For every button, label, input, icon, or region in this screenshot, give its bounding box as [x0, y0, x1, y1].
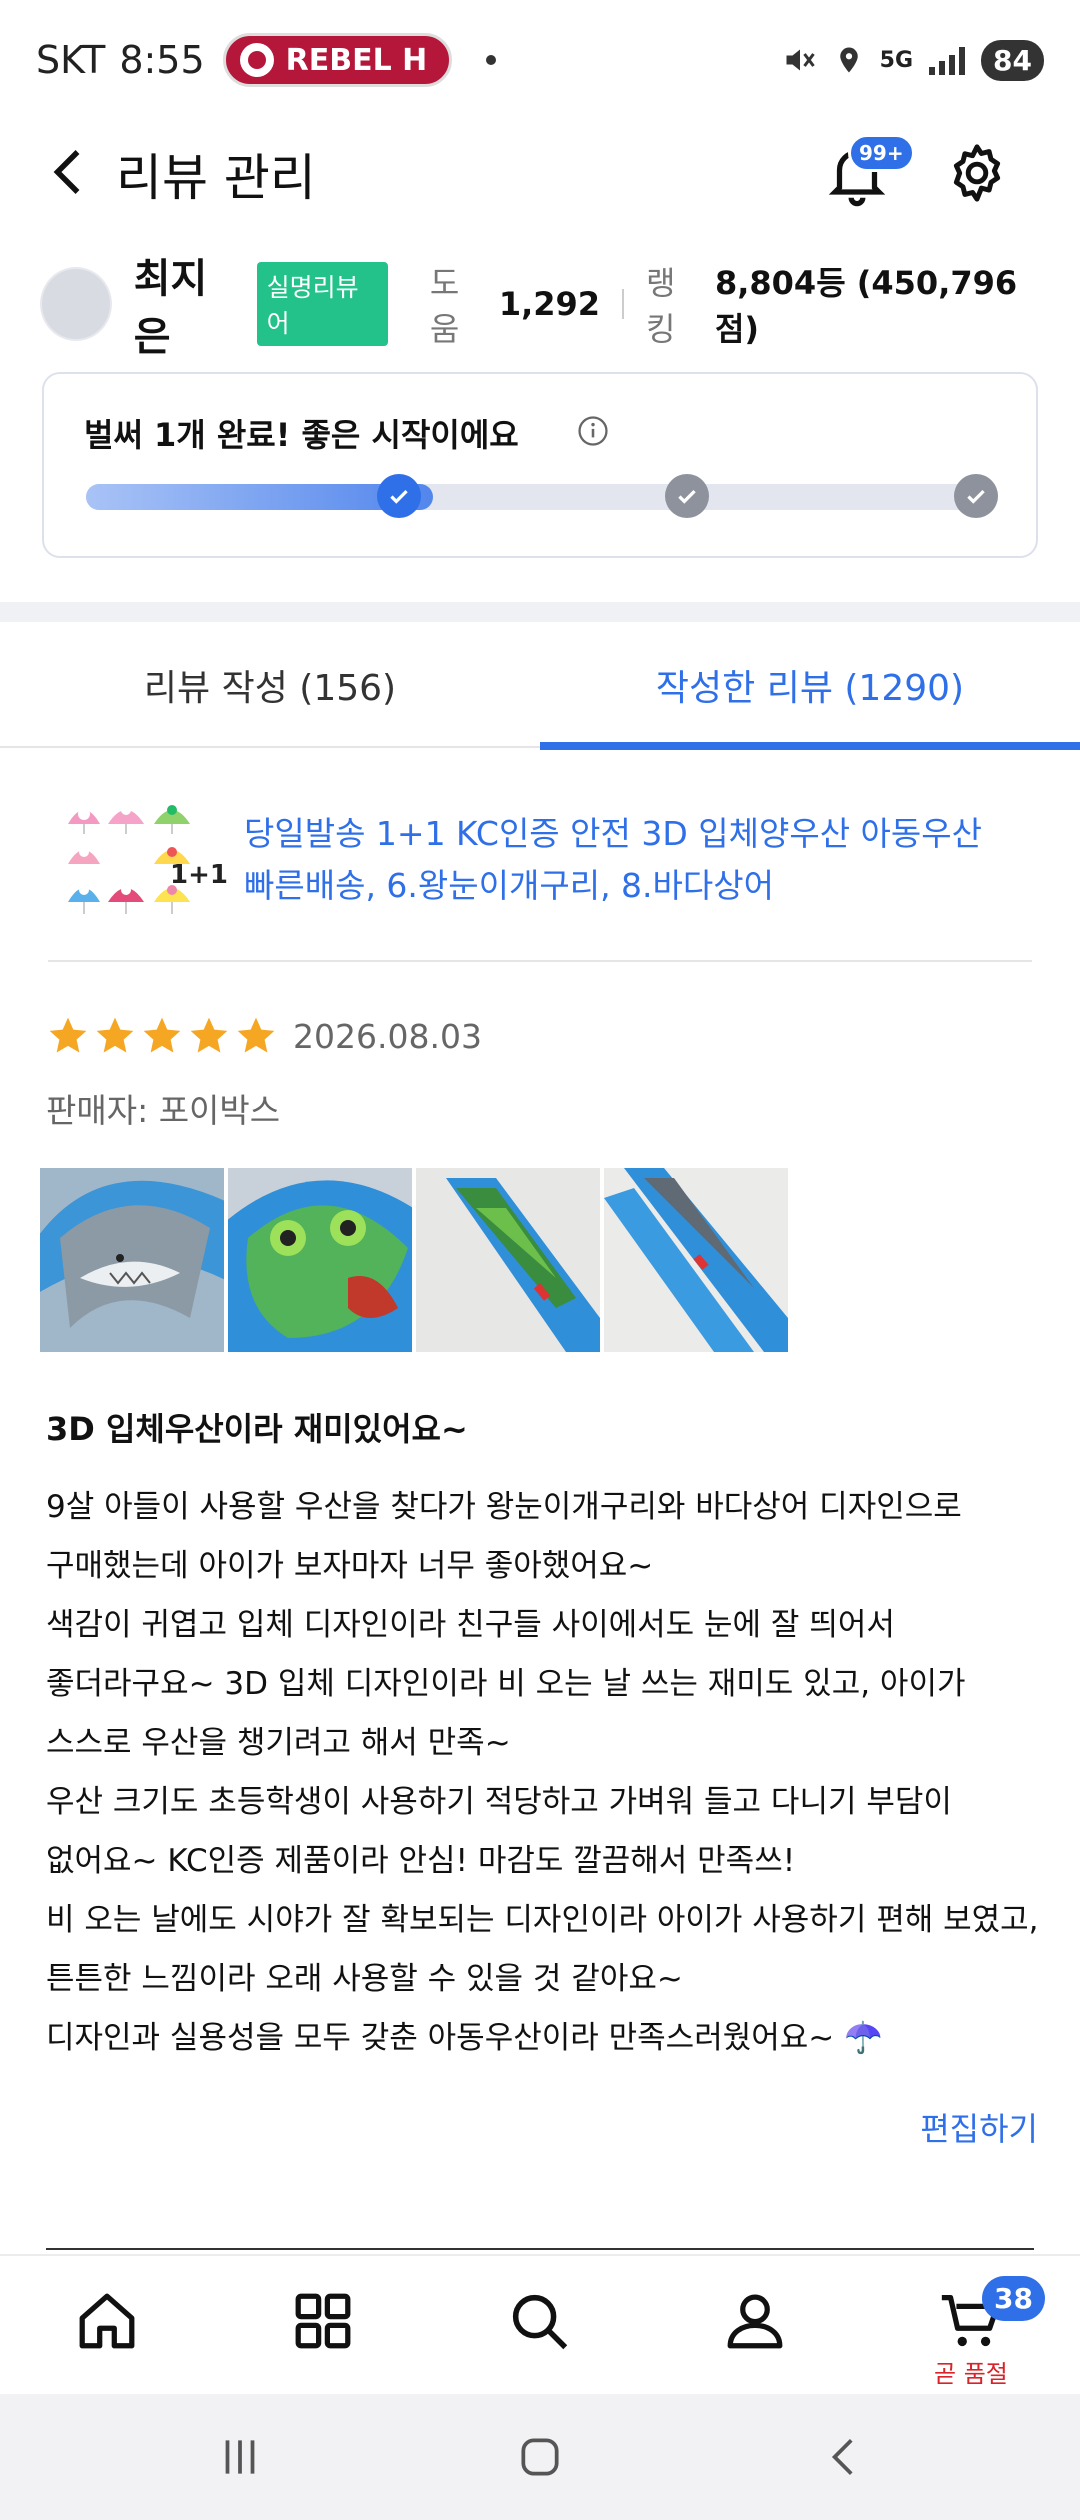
check-icon [390, 489, 408, 504]
review-body-line: 구매했는데 아이가 보자마자 너무 좋아했어요~ [46, 1548, 654, 1584]
check-icon [967, 489, 985, 504]
divider [46, 2248, 1034, 2250]
review-body-line: 스스로 우산을 챙기려고 해서 만족~ [46, 1725, 511, 1761]
product-thumb-label: 1+1 [170, 860, 228, 890]
help-value: 1,292 [498, 285, 601, 323]
reviewer-badge: 실명리뷰어 [256, 262, 388, 346]
progress-step-2 [665, 474, 709, 518]
review-body-line: 비 오는 날에도 시야가 잘 확보되는 디자인이라 아이가 사용하기 편해 보였… [46, 1902, 1039, 1938]
cart-sub-label: 곧 품절 [934, 2360, 1008, 2388]
grid-icon[interactable] [288, 2286, 358, 2356]
review-photo-3[interactable] [416, 1168, 600, 1352]
mute-icon [786, 49, 815, 71]
signal-icon [929, 45, 966, 75]
back-arrow-icon[interactable] [40, 142, 100, 202]
search-icon[interactable] [504, 2286, 574, 2356]
star-icon [190, 1017, 228, 1053]
section-divider [0, 602, 1080, 622]
back-button-icon[interactable] [820, 2432, 870, 2482]
home-icon[interactable] [72, 2286, 142, 2356]
review-rating-row: 2026.08.03 [46, 1014, 482, 1058]
ranking-label: 랭킹 [645, 264, 676, 348]
cart-count-badge: 38 [982, 2276, 1045, 2321]
progress-title: 벌써 1개 완료! 좋은 시작이에요 [84, 416, 519, 454]
info-icon[interactable] [576, 414, 610, 448]
notification-badge: 99+ [848, 134, 915, 172]
home-button-icon[interactable] [515, 2432, 565, 2482]
recent-apps-icon[interactable] [215, 2432, 265, 2482]
review-date: 2026.08.03 [293, 1016, 482, 1056]
review-photo-2[interactable] [228, 1168, 412, 1352]
media-pill-label: REBEL H [285, 42, 428, 78]
profile-summary: 최지은 실명리뷰어 도움 1,292 랭킹 8,804등 (450,796점) [40, 256, 1050, 360]
review-body-line: 우산 크기도 초등학생이 사용하기 적당하고 가벼워 들고 다니기 부담이 [46, 1784, 952, 1820]
tab-written-reviews[interactable]: 작성한 리뷰 (1290) [540, 622, 1080, 750]
progress-card: 벌써 1개 완료! 좋은 시작이에요 [42, 372, 1038, 558]
review-body-line: 9살 아들이 사용할 우산을 찾다가 왕눈이개구리와 바다상어 디자인으로 [46, 1489, 962, 1525]
star-icon [143, 1017, 181, 1053]
seller-name: 판매자: 포이박스 [46, 1091, 281, 1130]
system-navigation [0, 2394, 1080, 2520]
review-photo-4[interactable] [604, 1168, 788, 1352]
media-pill[interactable]: REBEL H [222, 33, 453, 87]
bottom-navigation: 38 곧 품절 [0, 2254, 1080, 2394]
star-rating [46, 1014, 281, 1058]
edit-review-button[interactable]: 편집하기 [920, 2104, 1038, 2150]
ranking-value: 8,804등 (450,796점) [714, 264, 1018, 348]
help-label: 도움 [429, 264, 460, 348]
progress-step-1 [377, 474, 421, 518]
check-icon [678, 489, 696, 504]
review-photo-1[interactable] [40, 1168, 224, 1352]
user-icon[interactable] [720, 2286, 790, 2356]
user-name: 최지은 [133, 256, 208, 360]
progress-track [86, 484, 998, 510]
carrier-label: SKT [36, 38, 106, 82]
review-body-line: 튼튼한 느낌이라 오래 사용할 수 있을 것 같아요~ [46, 1961, 683, 1997]
product-name-line-1: 당일발송 1+1 KC인증 안전 3D 입체양우산 아동우산 [244, 814, 982, 853]
location-icon [839, 47, 858, 73]
progress-step-3 [954, 474, 998, 518]
star-icon [96, 1017, 134, 1053]
battery-indicator: 84 [981, 39, 1044, 81]
star-icon [237, 1017, 275, 1053]
review-photos [40, 1168, 788, 1352]
app-header: 리뷰 관리 99+ [0, 120, 1080, 224]
review-body-line: 없어요~ KC인증 제품이라 안심! 마감도 깔끔해서 만족쓰! [46, 1843, 796, 1879]
review-title: 3D 입체우산이라 재미있어요~ [46, 1410, 468, 1448]
review-body-line: 좋더라구요~ 3D 입체 디자인이라 비 오는 날 쓰는 재미도 있고, 아이가 [46, 1666, 966, 1702]
notification-dot [486, 55, 497, 65]
product-name[interactable]: 당일발송 1+1 KC인증 안전 3D 입체양우산 아동우산 빠른배송, 6.왕… [244, 808, 1044, 912]
review-tabs: 리뷰 작성 (156) 작성한 리뷰 (1290) [0, 622, 1080, 750]
product-card[interactable]: 1+1 당일발송 1+1 KC인증 안전 3D 입체양우산 아동우산 빠른배송,… [48, 778, 1032, 962]
page-title: 리뷰 관리 [116, 149, 316, 207]
star-icon [49, 1017, 87, 1053]
review-body-line: 색감이 귀엽고 입체 디자인이라 친구들 사이에서도 눈에 잘 띄어서 [46, 1607, 895, 1643]
avatar[interactable] [40, 267, 112, 341]
status-bar: SKT 8:55 REBEL H 5G 84 [0, 0, 1080, 120]
network-label: 5G [879, 47, 914, 73]
product-name-line-2: 빠른배송, 6.왕눈이개구리, 8.바다상어 [244, 866, 774, 905]
product-thumbnail[interactable] [62, 792, 194, 924]
tab-write-review[interactable]: 리뷰 작성 (156) [0, 622, 540, 748]
clock: 8:55 [119, 38, 205, 82]
stat-divider [622, 289, 624, 319]
gear-icon[interactable] [944, 140, 1010, 206]
review-body-line: 디자인과 실용성을 모두 갖춘 아동우산이라 만족스러웠어요~ ☂️ [46, 2020, 883, 2056]
record-icon [239, 43, 274, 77]
review-body: 9살 아들이 사용할 우산을 찾다가 왕눈이개구리와 바다상어 디자인으로구매했… [46, 1478, 1046, 2068]
